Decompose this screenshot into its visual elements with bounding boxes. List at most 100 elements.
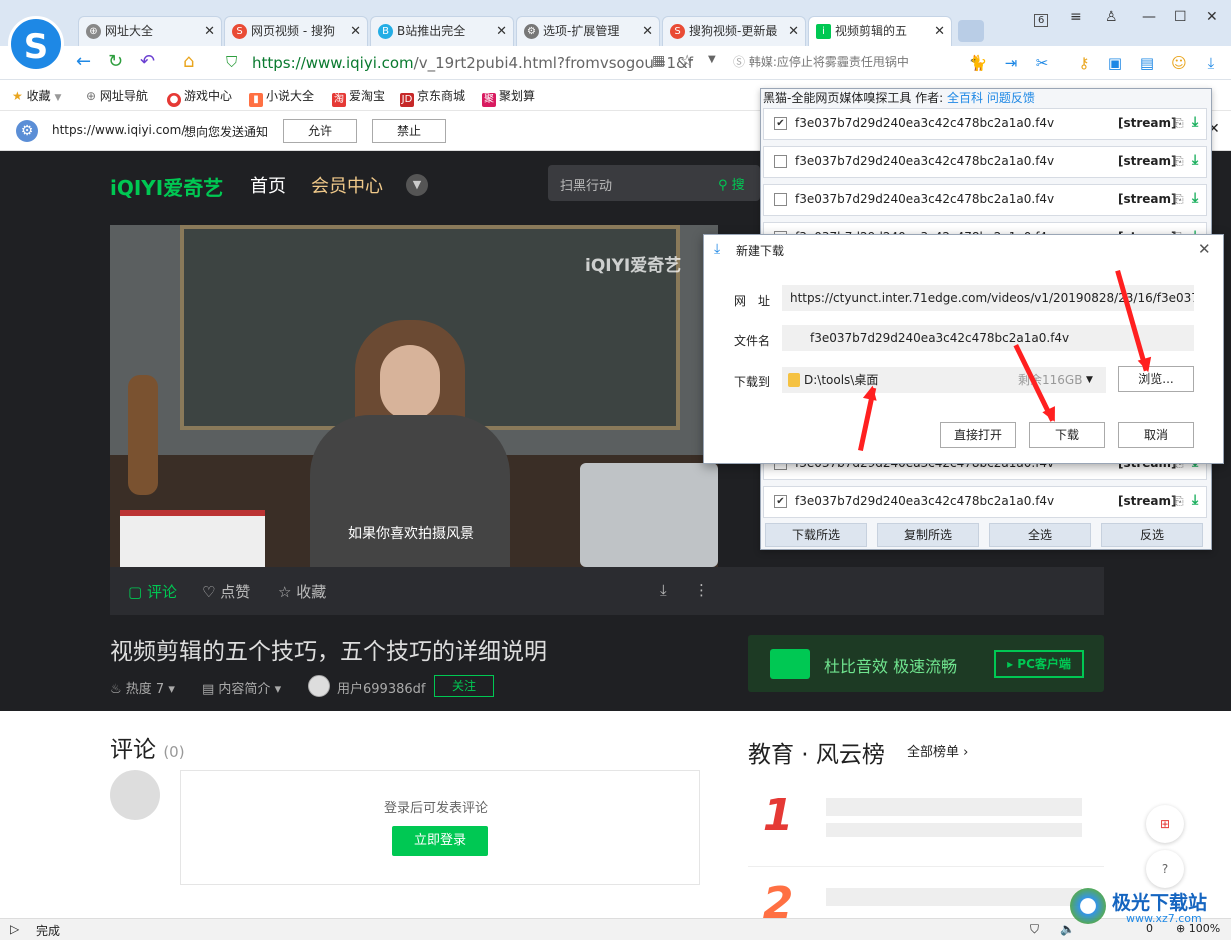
collect-button[interactable]: ☆ 收藏 — [278, 581, 326, 602]
menu-icon[interactable]: ≡ — [1070, 9, 1082, 25]
tab-4[interactable]: ⚙ 选项-扩展管理 ✕ — [516, 16, 660, 46]
checkbox[interactable]: ✔ — [774, 117, 787, 130]
list-item[interactable]: f3e037b7d29d240ea3c42c478bc2a1a0.f4v [str… — [763, 184, 1207, 216]
bookmark-item[interactable]: JD 京东商城 — [400, 87, 465, 107]
all-rankings-link[interactable]: 全部榜单 › — [907, 741, 968, 760]
download-icon[interactable]: ⤓ — [1201, 53, 1221, 73]
copy-icon[interactable]: ⎘ — [1174, 116, 1184, 131]
close-icon[interactable]: ✕ — [642, 17, 653, 46]
feedback-link[interactable]: 问题反馈 — [987, 91, 1035, 105]
clapper-icon[interactable]: ▤ — [1137, 53, 1157, 73]
heat-indicator[interactable]: ♨ 热度 7 ▾ — [110, 678, 175, 697]
refresh-icon[interactable]: ↻ — [108, 51, 123, 73]
copy-selected-button[interactable]: 复制所选 — [877, 523, 979, 547]
bookmark-item[interactable]: ⊕ 网址导航 — [86, 87, 148, 104]
like-button[interactable]: ♡ 点赞 — [202, 581, 250, 602]
close-window-icon[interactable]: ✕ — [1206, 9, 1218, 25]
chevron-down-icon[interactable]: ▼ — [406, 174, 428, 196]
pc-client-banner[interactable]: 杜比音效 极速流畅 ▸ PC客户端 — [748, 635, 1104, 692]
chevron-down-icon[interactable]: ▼ — [708, 54, 716, 65]
select-all-button[interactable]: 全选 — [989, 523, 1091, 547]
sidebar-toggle-icon[interactable]: ▷ — [10, 922, 19, 936]
close-icon[interactable]: ✕ — [788, 17, 799, 46]
url-field[interactable]: https://ctyunct.inter.71edge.com/videos/… — [782, 285, 1194, 311]
chevron-down-icon[interactable]: ▼ — [1086, 367, 1093, 393]
download-icon[interactable]: ⤓ — [1192, 492, 1198, 508]
download-selected-button[interactable]: 下载所选 — [765, 523, 867, 547]
close-icon[interactable]: ✕ — [496, 17, 507, 46]
more-icon[interactable]: ☺ — [1169, 53, 1189, 73]
qr-code-icon[interactable]: ▦ — [652, 53, 665, 69]
close-icon[interactable]: ✕ — [934, 17, 945, 46]
download-icon[interactable]: ⤓ — [1192, 190, 1198, 206]
download-icon[interactable]: ⤓ — [1192, 152, 1198, 168]
tab-3[interactable]: B B站推出完全 ✕ — [370, 16, 514, 46]
news-ticker[interactable]: Ⓢ 韩媒:应停止将雾霾责任甩锅中 — [733, 51, 955, 75]
site-search-box[interactable]: 扫黑行动 ⚲ 搜 — [548, 165, 760, 201]
bookmark-favorites[interactable]: ★ 收藏 ▼ — [12, 87, 61, 104]
new-tab-button[interactable] — [958, 20, 984, 42]
download-icon[interactable]: ⤓ — [1192, 114, 1198, 130]
translate-icon[interactable]: ▣ — [1105, 53, 1125, 73]
key-icon[interactable]: ⚷ — [1074, 53, 1094, 73]
comment-button[interactable]: ▢ 评论 — [128, 581, 177, 602]
open-directly-button[interactable]: 直接打开 — [940, 422, 1016, 448]
close-icon[interactable]: ✕ — [204, 17, 215, 46]
list-item[interactable]: ✔ f3e037b7d29d240ea3c42c478bc2a1a0.f4v [st… — [763, 486, 1207, 518]
bookmark-item[interactable]: 聚聚划算 — [482, 87, 535, 107]
gift-icon[interactable]: ⊞ — [1146, 805, 1184, 843]
search-input[interactable]: 扫黑行动 — [560, 175, 612, 194]
address-bar[interactable]: ⛉ https://www.iqiyi.com/v_19rt2pubi4.htm… — [222, 50, 722, 76]
nav-vip-center[interactable]: 会员中心 — [311, 172, 383, 198]
comment-box[interactable]: 登录后可发表评论 立即登录 — [180, 770, 700, 885]
list-item[interactable]: f3e037b7d29d240ea3c42c478bc2a1a0.f4v [str… — [763, 146, 1207, 178]
undo-icon[interactable]: ↶ — [140, 51, 155, 73]
login-button[interactable]: 立即登录 — [392, 826, 488, 856]
tab-count-badge[interactable]: 6 — [1034, 14, 1049, 27]
home-icon[interactable]: ⌂ — [183, 51, 194, 73]
list-item[interactable]: ✔ f3e037b7d29d240ea3c42c478bc2a1a0.f4v [st… — [763, 108, 1207, 140]
tab-6-active[interactable]: i 视频剪辑的五 ✕ — [808, 16, 952, 46]
volume-icon[interactable]: 🔈 — [1060, 922, 1075, 936]
download-button[interactable]: 下载 — [1029, 422, 1105, 448]
follow-button[interactable]: 关注 — [434, 675, 494, 697]
minimize-icon[interactable]: — — [1142, 9, 1156, 25]
invert-selection-button[interactable]: 反选 — [1101, 523, 1203, 547]
sogou-browser-logo[interactable]: S — [8, 16, 64, 72]
tab-2[interactable]: S 网页视频 - 搜狗 ✕ — [224, 16, 368, 46]
black-cat-extension-icon[interactable]: 🐈 — [968, 53, 988, 73]
checkbox[interactable] — [774, 193, 787, 206]
uploader-name[interactable]: 用户699386df — [337, 678, 425, 697]
copy-icon[interactable]: ⎘ — [1174, 154, 1184, 169]
pc-client-button[interactable]: ▸ PC客户端 — [994, 650, 1084, 678]
browse-button[interactable]: 浏览... — [1118, 366, 1194, 392]
close-icon[interactable]: ✕ — [1198, 240, 1211, 258]
author-link[interactable]: 全百科 — [947, 91, 983, 105]
bookmark-item[interactable]: ▮ 小说大全 — [249, 87, 314, 107]
checkbox[interactable] — [774, 155, 787, 168]
download-icon[interactable]: ⤓ — [660, 581, 667, 599]
bookmark-item[interactable]: ● 游戏中心 — [167, 87, 232, 107]
shield-icon[interactable]: ⛉ — [1030, 922, 1039, 937]
path-select[interactable]: D:\tools\桌面 剩余116GB ▼ — [782, 367, 1106, 393]
tab-1[interactable]: ⊕ 网址大全 ✕ — [78, 16, 222, 46]
bookmark-item[interactable]: 淘爱淘宝 — [332, 87, 385, 107]
skin-icon[interactable]: ♙ — [1105, 9, 1118, 25]
scissors-icon[interactable]: ✂ — [1032, 53, 1052, 73]
back-icon[interactable]: ← — [76, 51, 91, 73]
help-icon[interactable]: ? — [1146, 850, 1184, 888]
allow-button[interactable]: 允许 — [283, 119, 357, 143]
nav-home[interactable]: 首页 — [250, 172, 286, 198]
export-icon[interactable]: ⇥ — [1001, 53, 1021, 73]
copy-icon[interactable]: ⎘ — [1174, 192, 1184, 207]
iqiyi-logo[interactable]: iQIYI爱奇艺 — [110, 172, 223, 201]
maximize-icon[interactable]: ☐ — [1174, 9, 1187, 25]
video-player[interactable]: iQIYI爱奇艺 如果你喜欢拍摄风景 — [110, 225, 718, 567]
checkbox[interactable]: ✔ — [774, 495, 787, 508]
cancel-button[interactable]: 取消 — [1118, 422, 1194, 448]
more-icon[interactable]: ⋮ — [694, 581, 709, 599]
copy-icon[interactable]: ⎘ — [1174, 494, 1184, 509]
tab-5[interactable]: S 搜狗视频-更新最 ✕ — [662, 16, 806, 46]
star-icon[interactable]: ☆ — [680, 51, 694, 70]
deny-button[interactable]: 禁止 — [372, 119, 446, 143]
